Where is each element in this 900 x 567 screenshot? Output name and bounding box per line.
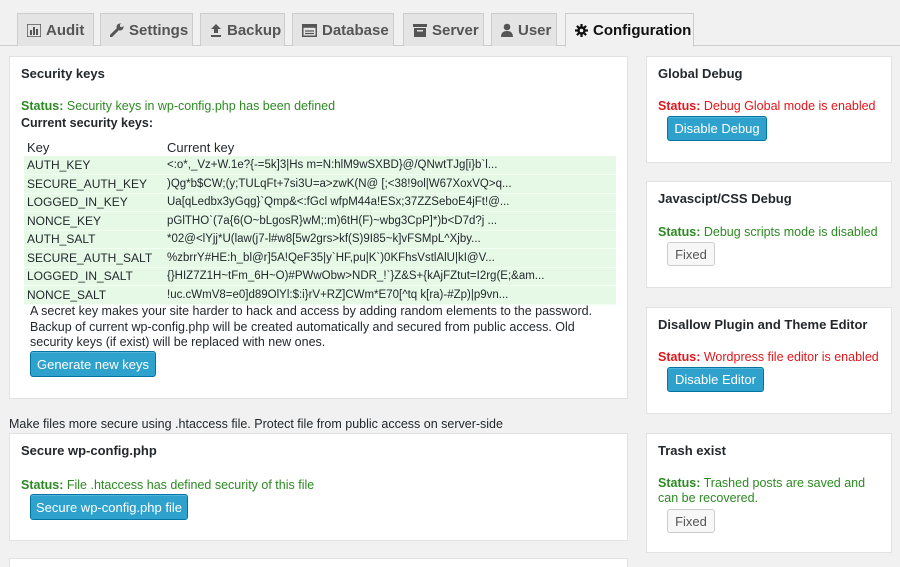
- status-text: Wordpress file editor is enabled: [703, 350, 879, 364]
- key-name: LOGGED_IN_KEY: [24, 193, 164, 212]
- tab-user[interactable]: User: [491, 13, 557, 46]
- table-row: SECURE_AUTH_SALT %zbrrY#HE:h_bl@r]5A!QeF…: [24, 248, 616, 268]
- status-label: Status:: [21, 99, 64, 113]
- panel-title: Trash exist: [658, 443, 726, 458]
- status-text: Debug scripts mode is disabled: [703, 225, 878, 239]
- tab-settings[interactable]: Settings: [100, 13, 193, 46]
- status-label: Status:: [21, 478, 64, 492]
- disable-debug-button[interactable]: Disable Debug: [667, 116, 767, 141]
- server-icon: [413, 23, 427, 37]
- key-name: SECURE_AUTH_KEY: [24, 174, 164, 194]
- status-label: Status:: [658, 350, 701, 364]
- table-row: LOGGED_IN_SALT {}HIZ7Z1H~tFm_6H~O)#PWwOb…: [24, 267, 616, 286]
- secure-wpconfig-panel: Secure wp-config.php Status: File .htacc…: [9, 433, 628, 541]
- status-label: Status:: [658, 225, 701, 239]
- htaccess-note: Make files more secure using .htaccess f…: [9, 417, 503, 431]
- status-text: File .htaccess has defined security of t…: [66, 478, 315, 492]
- key-name: AUTH_SALT: [24, 230, 164, 249]
- gear-icon: [575, 23, 588, 37]
- tab-label: Database: [322, 21, 389, 39]
- status-line: Status: Debug Global mode is enabled: [658, 99, 876, 113]
- key-value: *02@<lYjj*U(law(j7-l#w8[5w2grs>kf(S)9I85…: [164, 230, 616, 249]
- status-line: Status: File .htaccess has defined secur…: [21, 478, 314, 492]
- tab-label: Backup: [227, 21, 282, 39]
- status-line: Status: Wordpress file editor is enabled: [658, 350, 879, 364]
- table-row: NONCE_SALT !uc.cWmV8=e0]d89OlYl:$:i}rV+R…: [24, 285, 616, 305]
- security-keys-description: A secret key makes your site harder to h…: [30, 304, 620, 351]
- global-debug-panel: Global Debug Status: Debug Global mode i…: [646, 56, 892, 163]
- status-text: Trashed posts are saved and: [703, 476, 866, 490]
- tab-database[interactable]: Database: [292, 13, 394, 46]
- tab-configuration[interactable]: Configuration: [565, 13, 694, 47]
- key-value: !uc.cWmV8=e0]d89OlYl:$:i}rV+RZ]CWm*E70[^…: [164, 285, 616, 305]
- tab-audit[interactable]: Audit: [17, 13, 94, 46]
- tab-label: User: [518, 21, 552, 39]
- table-row: AUTH_KEY <:o*,_Vz+W.1e?{-=5k]3|Hs m=N:hl…: [24, 156, 616, 175]
- table-row: AUTH_SALT *02@<lYjj*U(law(j7-l#w8[5w2grs…: [24, 230, 616, 249]
- bar-chart-icon: [27, 23, 41, 37]
- tab-label: Server: [432, 21, 479, 39]
- description-line: security keys (if exist) will be replace…: [30, 335, 326, 349]
- upload-icon: [210, 23, 222, 37]
- status-text: can be recovered.: [658, 491, 759, 505]
- column-header-current-key: Current key: [167, 139, 235, 155]
- key-value: <:o*,_Vz+W.1e?{-=5k]3|Hs m=N:hlM9wSXBD}@…: [164, 156, 616, 175]
- security-keys-table: Key Current key AUTH_KEY <:o*,_Vz+W.1e?{…: [24, 138, 616, 305]
- disable-editor-button[interactable]: Disable Editor: [667, 367, 764, 392]
- key-name: NONCE_KEY: [24, 211, 164, 231]
- database-icon: [302, 23, 317, 37]
- tab-label: Configuration: [593, 21, 692, 39]
- disallow-editor-panel: Disallow Plugin and Theme Editor Status:…: [646, 307, 892, 414]
- fixed-button[interactable]: Fixed: [667, 242, 715, 266]
- tab-backup[interactable]: Backup: [200, 13, 285, 46]
- key-value: {}HIZ7Z1H~tFm_6H~O)#PWwObw>NDR_!`}Z&S+{k…: [164, 267, 616, 286]
- table-row: LOGGED_IN_KEY Ua[qLedbx3yGqg}`Qmp&<:fGcl…: [24, 193, 616, 212]
- column-header-key: Key: [27, 139, 50, 155]
- status-line: Status: Trashed posts are saved and can …: [658, 476, 865, 506]
- key-value: Ua[qLedbx3yGqg}`Qmp&<:fGcl wfpM44a!ESx;3…: [164, 193, 616, 212]
- fixed-button[interactable]: Fixed: [667, 509, 715, 533]
- secure-wpconfig-button[interactable]: Secure wp-config.php file: [30, 494, 188, 520]
- security-keys-panel: Security keys Status: Security keys in w…: [9, 56, 628, 399]
- next-panel: [9, 558, 628, 567]
- key-value: pGlTHO`(7a{6(O~bLgosR}wM;:m)6tH(F)~wbg3C…: [164, 211, 616, 231]
- key-name: SECURE_AUTH_SALT: [24, 248, 164, 268]
- tab-label: Audit: [46, 21, 85, 39]
- tab-label: Settings: [129, 21, 189, 39]
- tab-server[interactable]: Server: [403, 13, 484, 46]
- current-keys-label: Current security keys:: [21, 116, 154, 130]
- panel-title: Javascipt/CSS Debug: [658, 191, 792, 206]
- generate-keys-button[interactable]: Generate new keys: [30, 351, 156, 377]
- wrench-icon: [110, 23, 124, 37]
- user-icon: [501, 23, 513, 37]
- status-label: Status:: [658, 99, 701, 113]
- trash-panel: Trash exist Status: Trashed posts are sa…: [646, 433, 892, 553]
- panel-title: Secure wp-config.php: [21, 443, 157, 458]
- table-row: SECURE_AUTH_KEY )Qg*b$CW;(y;TULqFt+7si3U…: [24, 174, 616, 194]
- panel-title: Global Debug: [658, 66, 743, 81]
- status-label: Status:: [658, 476, 701, 490]
- panel-title: Security keys: [21, 66, 105, 81]
- table-header-row: Key Current key: [24, 138, 616, 156]
- description-line: Backup of current wp-config.php will be …: [30, 319, 575, 334]
- status-line: Status: Debug scripts mode is disabled: [658, 225, 878, 239]
- status-line: Status: Security keys in wp-config.php h…: [21, 99, 335, 113]
- js-css-debug-panel: Javascipt/CSS Debug Status: Debug script…: [646, 181, 892, 288]
- tab-bar: Audit Settings Backup Database Server Us…: [0, 0, 900, 47]
- status-text: Security keys in wp-config.php has been …: [66, 99, 336, 113]
- table-row: NONCE_KEY pGlTHO`(7a{6(O~bLgosR}wM;:m)6t…: [24, 211, 616, 231]
- key-value: %zbrrY#HE:h_bl@r]5A!QeF35|y`HF,pu|K`)0KF…: [164, 248, 616, 268]
- description-line: A secret key makes your site harder to h…: [30, 304, 593, 318]
- key-name: AUTH_KEY: [24, 156, 164, 175]
- panel-title: Disallow Plugin and Theme Editor: [658, 317, 868, 332]
- key-name: NONCE_SALT: [24, 285, 164, 305]
- key-name: LOGGED_IN_SALT: [24, 267, 164, 286]
- status-text: Debug Global mode is enabled: [703, 99, 876, 113]
- key-value: )Qg*b$CW;(y;TULqFt+7si3U=a>zwK(N@ [;<38!…: [164, 174, 616, 194]
